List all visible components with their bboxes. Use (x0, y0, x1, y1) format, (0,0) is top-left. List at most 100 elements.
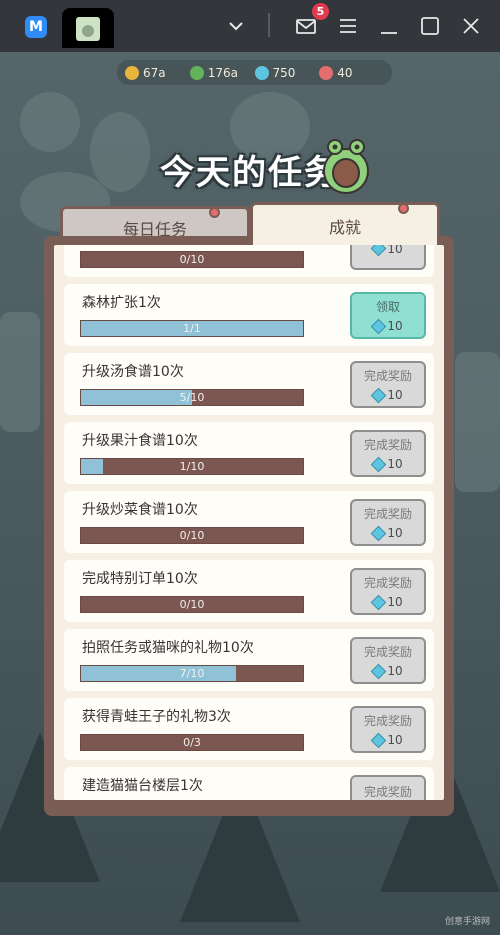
task-progress-text: 0/10 (179, 598, 205, 611)
task-progress-text: 7/10 (179, 667, 205, 680)
chevron-down-icon[interactable] (224, 14, 248, 38)
complete-reward-button[interactable]: 完成奖励 10 (350, 637, 426, 684)
task-name: 完成特别订单10次 (82, 571, 198, 587)
resource-gold-value: 67a (143, 65, 166, 80)
tab-achievements[interactable]: 成就 (250, 202, 440, 246)
notification-badge: 5 (312, 3, 329, 20)
tab-pin-icon (398, 203, 409, 214)
task-progress-bar: 0/10 (80, 527, 304, 544)
task-card: 0/10 10 (64, 245, 434, 277)
reward-amount: 10 (371, 525, 403, 541)
task-progress-text: 0/3 (183, 736, 201, 749)
resource-heart: 40 (319, 65, 384, 80)
task-progress-bar: 7/10 (80, 665, 304, 682)
game-scene: 67a 176a 750 40 今天的任务 每日任务 成就 0/10 10 森林扩张… (0, 52, 500, 935)
maximize-icon[interactable] (418, 14, 442, 38)
task-card: 建造猫猫台楼层1次 完成奖励 (64, 767, 434, 800)
task-card: 森林扩张1次 1/1 领取 10 (64, 284, 434, 346)
complete-reward-button[interactable]: 完成奖励 10 (350, 430, 426, 477)
game-tab[interactable] (62, 8, 114, 48)
menu-icon[interactable] (336, 14, 360, 38)
diamond-icon (371, 456, 387, 472)
reward-button-label: 完成奖励 (363, 714, 412, 728)
complete-reward-button[interactable]: 完成奖励 10 (350, 361, 426, 408)
heart-icon (319, 65, 334, 80)
reward-value: 10 (387, 595, 403, 609)
tab-achievements-label: 成就 (328, 217, 361, 237)
app-logo-icon[interactable]: M (25, 16, 47, 38)
task-progress-bar: 0/10 (80, 596, 304, 613)
task-card: 升级果汁食谱10次 1/10 完成奖励 10 (64, 422, 434, 484)
diamond-icon (371, 594, 387, 610)
resource-diamond-value: 750 (272, 65, 296, 80)
diamond-icon (371, 245, 387, 257)
resource-diamond: 750 (254, 65, 320, 80)
task-name: 升级炒菜食谱10次 (82, 502, 198, 518)
task-progress-text: 1/10 (179, 460, 205, 473)
reward-button-label: 完成奖励 (363, 507, 412, 521)
task-progress-bar: 5/10 (80, 389, 304, 406)
diamond-icon (371, 318, 387, 334)
task-card: 完成特别订单10次 0/10 完成奖励 10 (64, 560, 434, 622)
task-progress-text: 0/10 (179, 529, 205, 542)
leaf-icon (189, 65, 204, 80)
task-name: 获得青蛙王子的礼物3次 (82, 709, 231, 725)
close-icon[interactable] (459, 14, 483, 38)
task-progress-bar: 1/1 (80, 320, 304, 337)
reward-amount: 10 (371, 663, 403, 679)
task-progress-text: 1/1 (183, 322, 201, 335)
complete-reward-button[interactable]: 完成奖励 10 (350, 499, 426, 546)
reward-value: 10 (387, 733, 403, 747)
claim-reward-button[interactable]: 领取 10 (350, 292, 426, 339)
task-card: 升级汤食谱10次 5/10 完成奖励 10 (64, 353, 434, 415)
reward-amount: 10 (371, 732, 403, 748)
frog-character-icon (323, 139, 369, 194)
task-list[interactable]: 0/10 10 森林扩张1次 1/1 领取 10 升级汤食谱10次 5/10 完成奖励 10 升级果… (54, 245, 444, 800)
complete-reward-button[interactable]: 完成奖励 (350, 775, 426, 800)
diamond-icon (371, 732, 387, 748)
reward-button-label: 完成奖励 (363, 369, 412, 383)
task-progress-text: 0/10 (179, 253, 205, 266)
diamond-icon (371, 387, 387, 403)
task-name: 升级汤食谱10次 (82, 364, 184, 380)
reward-button-label: 领取 (375, 300, 400, 314)
background-lamp (20, 92, 80, 152)
reward-value: 10 (387, 664, 403, 678)
gold-coin-icon (125, 65, 139, 80)
reward-value: 10 (387, 319, 403, 333)
resource-leaf-value: 176a (207, 65, 239, 80)
background-cat-statue (90, 112, 150, 192)
reward-amount: 10 (371, 387, 403, 403)
reward-button-label: 完成奖励 (363, 645, 412, 659)
page-title: 今天的任务 (160, 153, 340, 193)
tab-pin-icon (209, 207, 220, 218)
task-progress-bar: 0/3 (80, 734, 304, 751)
resource-gold: 67a (125, 65, 190, 80)
complete-reward-button[interactable]: 10 (350, 245, 426, 270)
task-name: 升级果汁食谱10次 (82, 433, 198, 449)
diamond-icon (254, 65, 269, 80)
watermark: 创意手游网 (444, 917, 490, 927)
reward-button-label: 完成奖励 (363, 784, 412, 799)
reward-amount: 10 (371, 594, 403, 610)
resource-bar: 67a 176a 750 40 (117, 60, 392, 85)
complete-reward-button[interactable]: 完成奖励 10 (350, 568, 426, 615)
complete-reward-button[interactable]: 完成奖励 10 (350, 706, 426, 753)
titlebar-divider (268, 13, 270, 37)
task-name: 建造猫猫台楼层1次 (82, 778, 203, 794)
reward-amount: 10 (371, 456, 403, 472)
minimize-icon[interactable] (377, 14, 401, 38)
task-progress-bar: 1/10 (80, 458, 304, 475)
diamond-icon (371, 525, 387, 541)
reward-value: 10 (387, 457, 403, 471)
task-card: 获得青蛙王子的礼物3次 0/3 完成奖励 10 (64, 698, 434, 760)
reward-value: 10 (387, 526, 403, 540)
reward-amount: 10 (371, 318, 403, 334)
background-jar (0, 312, 40, 432)
background-jar-right (455, 352, 500, 492)
task-name: 森林扩张1次 (82, 295, 161, 311)
task-progress-bar: 0/10 (80, 251, 304, 268)
reward-button-label: 完成奖励 (363, 576, 412, 590)
task-card: 升级炒菜食谱10次 0/10 完成奖励 10 (64, 491, 434, 553)
reward-button-label: 完成奖励 (363, 438, 412, 452)
